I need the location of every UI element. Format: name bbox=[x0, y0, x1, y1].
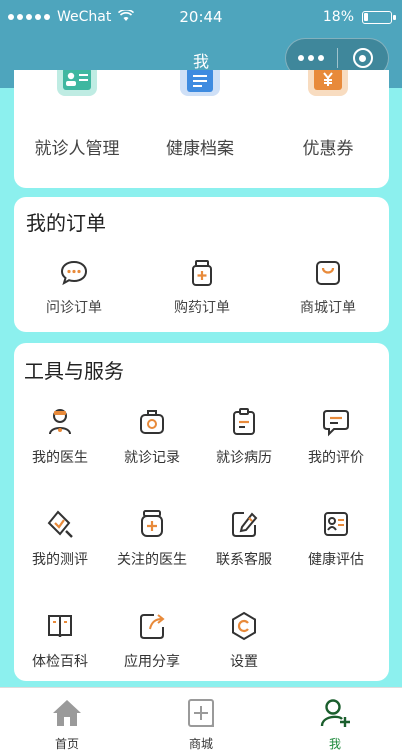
consultation-orders-button[interactable]: 问诊订单 bbox=[14, 259, 134, 319]
my-doctor-button[interactable]: 我的医生 bbox=[14, 407, 106, 477]
status-bar: WeChat 20:44 18% bbox=[0, 0, 402, 34]
mall-orders-button[interactable]: 商城订单 bbox=[268, 259, 388, 319]
app-share-button[interactable]: 应用分享 bbox=[106, 611, 198, 681]
book-icon bbox=[46, 611, 74, 641]
service-label: 优惠券 bbox=[302, 139, 354, 159]
tool-label: 就诊病历 bbox=[216, 450, 272, 466]
tab-label: 首页 bbox=[54, 737, 79, 751]
tool-label: 就诊记录 bbox=[124, 450, 180, 466]
clipboard-icon bbox=[230, 407, 258, 437]
order-label: 商城订单 bbox=[300, 300, 356, 316]
tool-label: 我的评价 bbox=[308, 450, 364, 466]
comment-icon bbox=[322, 407, 350, 437]
settings-icon bbox=[230, 611, 258, 641]
id-card-icon bbox=[322, 509, 350, 539]
shopping-bag-icon bbox=[314, 259, 342, 287]
home-icon bbox=[51, 697, 83, 729]
tab-label: 我 bbox=[328, 737, 341, 751]
service-label: 就诊人管理 bbox=[34, 139, 120, 159]
tool-label: 我的测评 bbox=[32, 552, 88, 568]
edit-icon bbox=[230, 509, 258, 539]
medicine-bottle-icon bbox=[188, 259, 216, 287]
doctor-icon bbox=[46, 407, 74, 437]
visit-records-button[interactable]: 就诊记录 bbox=[106, 407, 198, 477]
assessment-icon bbox=[46, 509, 74, 539]
tool-label: 健康评估 bbox=[308, 552, 364, 568]
tool-label: 应用分享 bbox=[124, 654, 180, 670]
order-label: 问诊订单 bbox=[46, 300, 102, 316]
target-icon bbox=[352, 48, 373, 68]
my-assessment-button[interactable]: 我的测评 bbox=[14, 509, 106, 579]
tab-label: 商城 bbox=[188, 737, 213, 751]
health-record-icon bbox=[178, 62, 222, 100]
tab-store[interactable]: 商城 bbox=[134, 688, 268, 755]
service-label: 健康档案 bbox=[166, 139, 234, 159]
medicine-orders-button[interactable]: 购药订单 bbox=[142, 259, 262, 319]
tool-label: 关注的医生 bbox=[117, 552, 187, 568]
contact-support-button[interactable]: 联系客服 bbox=[198, 509, 290, 579]
tools-services-card: 工具与服务 我的医生 就诊记录 就诊病历 我的评价 我的测评 关注的医生 联系客… bbox=[14, 343, 389, 681]
health-evaluation-button[interactable]: 健康评估 bbox=[290, 509, 382, 579]
patient-card-icon bbox=[55, 62, 99, 100]
profile-icon bbox=[319, 697, 351, 729]
tool-label: 体检百科 bbox=[32, 654, 88, 670]
medical-kit-icon bbox=[138, 407, 166, 437]
settings-button[interactable]: 设置 bbox=[198, 611, 290, 681]
followed-doctors-button[interactable]: 关注的医生 bbox=[106, 509, 198, 579]
share-icon bbox=[138, 611, 166, 641]
medical-history-button[interactable]: 就诊病历 bbox=[198, 407, 290, 477]
coupon-icon bbox=[306, 62, 350, 100]
chat-bubble-icon bbox=[60, 259, 88, 287]
health-encyclopedia-button[interactable]: 体检百科 bbox=[14, 611, 106, 681]
battery-icon bbox=[362, 11, 396, 24]
my-orders-card: 我的订单 问诊订单 购药订单 商城订单 bbox=[14, 197, 389, 332]
battery-percent: 18% bbox=[322, 9, 354, 25]
followed-doctor-icon bbox=[138, 509, 166, 539]
tab-me[interactable]: 我 bbox=[268, 688, 402, 755]
bottom-tab-bar: 首页 商城 我 bbox=[0, 687, 402, 755]
tool-label: 联系客服 bbox=[216, 552, 272, 568]
tab-home[interactable]: 首页 bbox=[0, 688, 134, 755]
services-card: 就诊人管理 健康档案 优惠券 bbox=[14, 62, 389, 188]
tool-label: 我的医生 bbox=[32, 450, 88, 466]
store-icon bbox=[185, 697, 217, 729]
my-reviews-button[interactable]: 我的评价 bbox=[290, 407, 382, 477]
tool-label: 设置 bbox=[230, 654, 258, 670]
section-title: 工具与服务 bbox=[24, 359, 124, 383]
section-title: 我的订单 bbox=[26, 211, 106, 235]
order-label: 购药订单 bbox=[174, 300, 230, 316]
